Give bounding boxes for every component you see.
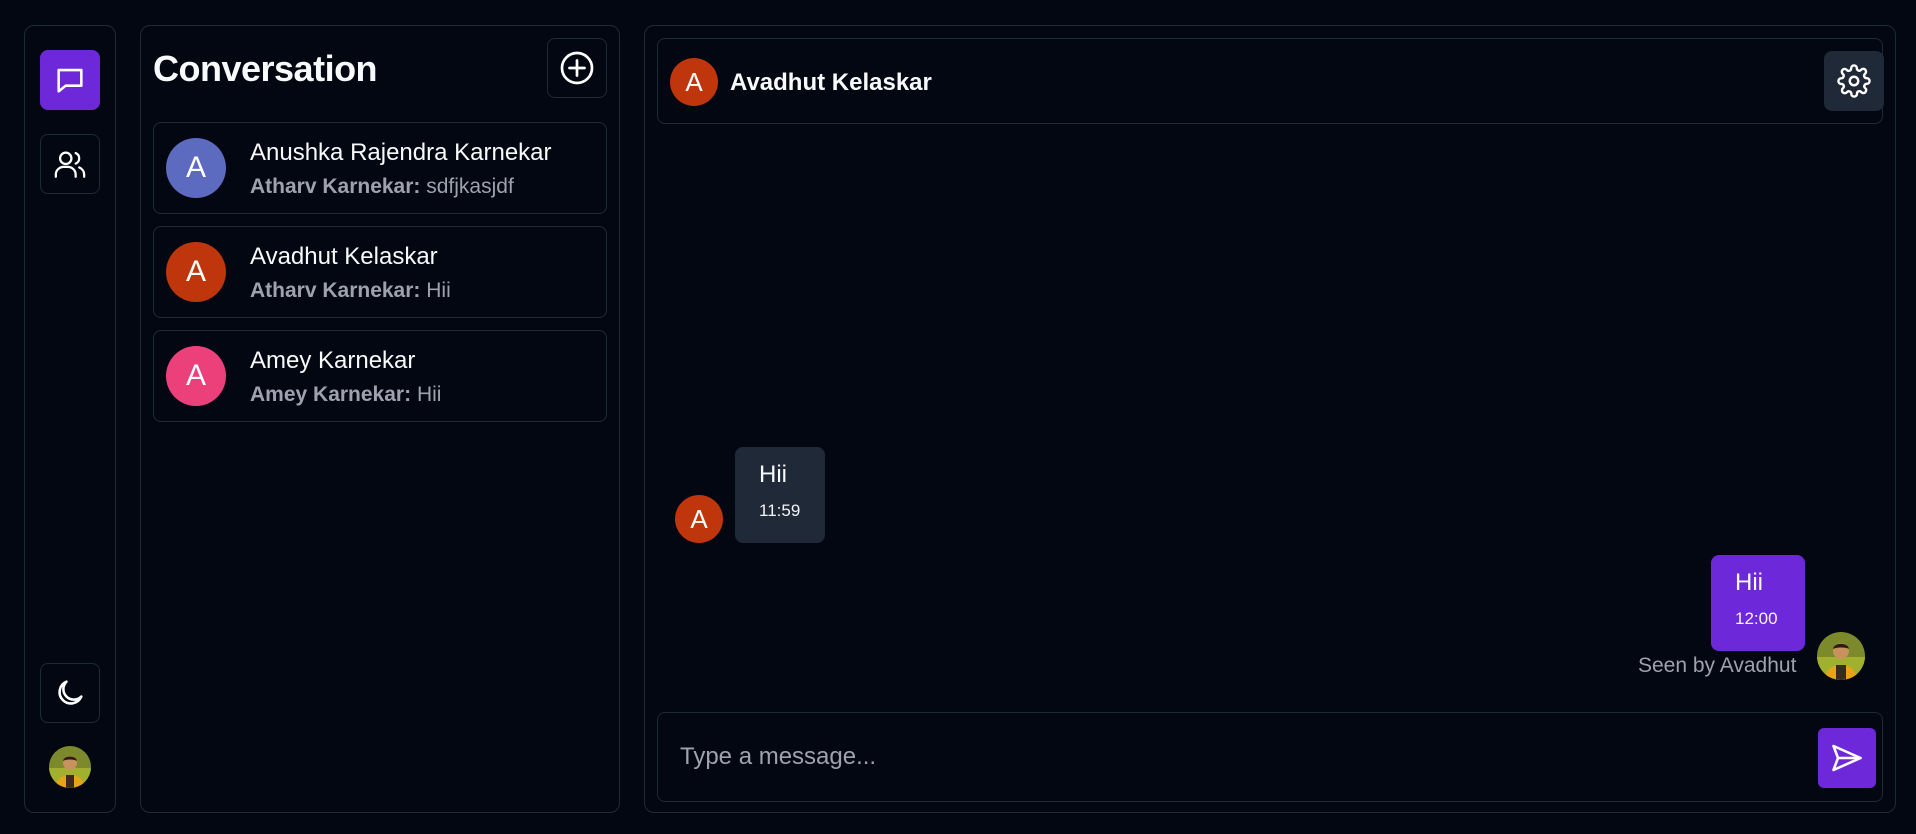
conversation-last-message: Amey Karnekar: Hii (250, 383, 441, 407)
conversation-avatar: A (166, 242, 226, 302)
conversation-avatar: A (166, 138, 226, 198)
conversations-title: Conversation (153, 48, 378, 89)
users-nav-button[interactable] (40, 134, 100, 194)
moon-icon (58, 680, 83, 705)
plus-circle-icon (560, 51, 594, 85)
last-message-text: sdfjkasjdf (426, 175, 514, 198)
new-conversation-button[interactable] (547, 38, 607, 98)
incoming-message-bubble: Hii 11:59 (735, 447, 825, 543)
conversations-panel: Conversation A Anushka Rajendra Karnekar… (140, 25, 620, 813)
message-input[interactable] (660, 715, 1810, 799)
conversation-name: Amey Karnekar (250, 347, 416, 374)
last-message-text: Hii (416, 383, 442, 406)
chats-nav-button[interactable] (40, 50, 100, 110)
last-message-sender: Amey Karnekar: (250, 383, 412, 406)
last-message-text: Hii (426, 279, 451, 302)
conversation-avatar: A (166, 346, 226, 406)
conversation-item[interactable]: A Anushka Rajendra Karnekar Atharv Karne… (153, 122, 607, 214)
conversation-item[interactable]: A Avadhut Kelaskar Atharv Karnekar: Hii (153, 226, 607, 318)
seen-status: Seen by Avadhut (1638, 654, 1797, 677)
sender-avatar (1817, 632, 1865, 680)
incoming-message-avatar: A (675, 495, 723, 543)
message-text: Hii (1735, 569, 1763, 596)
last-message-sender: Atharv Karnekar: (250, 175, 421, 198)
chat-header: A Avadhut Kelaskar (657, 38, 1884, 124)
profile-avatar[interactable] (49, 746, 91, 788)
users-icon (54, 151, 86, 178)
send-icon (1832, 744, 1862, 772)
conversation-name: Anushka Rajendra Karnekar (250, 139, 552, 166)
gear-icon (1837, 64, 1871, 98)
chat-header-avatar: A (670, 58, 718, 106)
conversation-item[interactable]: A Amey Karnekar Amey Karnekar: Hii (153, 330, 607, 422)
chat-panel: A Avadhut Kelaskar A Hii 11:59 Hii 12:00… (644, 25, 1896, 813)
chat-settings-button[interactable] (1824, 51, 1884, 111)
conversation-name: Avadhut Kelaskar (250, 243, 438, 270)
message-composer (657, 712, 1883, 802)
message-time: 12:00 (1735, 609, 1778, 628)
chat-bubble-icon (57, 68, 83, 93)
message-text: Hii (759, 461, 787, 488)
conversation-last-message: Atharv Karnekar: sdfjkasjdf (250, 175, 514, 199)
chat-title: Avadhut Kelaskar (730, 69, 932, 96)
outgoing-message-bubble: Hii 12:00 (1711, 555, 1805, 651)
nav-rail (24, 25, 116, 813)
conversation-last-message: Atharv Karnekar: Hii (250, 279, 451, 303)
theme-toggle-button[interactable] (40, 663, 100, 723)
last-message-sender: Atharv Karnekar: (250, 279, 421, 302)
send-button[interactable] (1818, 728, 1876, 788)
message-time: 11:59 (759, 501, 801, 520)
